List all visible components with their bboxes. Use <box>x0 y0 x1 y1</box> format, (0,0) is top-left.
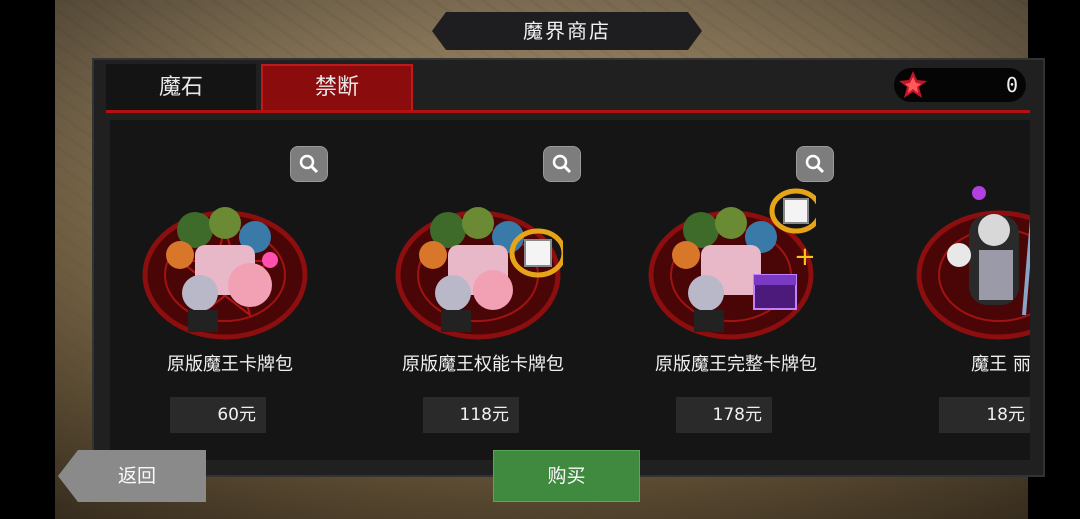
currency-display: 0 <box>894 68 1026 102</box>
product-card[interactable]: + 原版魔王完整卡牌包 178元 <box>616 120 856 460</box>
product-name: 原版魔王权能卡牌包 <box>402 354 564 375</box>
magnifier-icon <box>552 154 572 174</box>
svg-text:+: + <box>794 242 816 272</box>
card-pack-art <box>916 186 1030 340</box>
back-button[interactable]: 返回 <box>58 450 206 502</box>
product-card[interactable]: 魔王 丽贝卡 18元 <box>869 120 1030 460</box>
card-pack-art <box>142 207 308 340</box>
product-price: 178元 <box>676 397 772 433</box>
product-name: 原版魔王完整卡牌包 <box>655 354 817 375</box>
tab-forbidden[interactable]: 禁断 <box>261 64 413 112</box>
card-pack-art: + <box>648 188 816 340</box>
card-pack-art <box>395 207 563 340</box>
tab-underline <box>106 110 1030 113</box>
product-list[interactable]: 原版魔王卡牌包 60元 原版魔王权能卡牌包 118元 + 原版魔王完整卡牌包 1… <box>110 120 1030 460</box>
product-price: 60元 <box>170 397 266 433</box>
shop-title: 魔界商店 <box>432 12 702 50</box>
shop-panel: 魔石 禁断 0 原版魔王卡牌包 60元 原版魔王权能卡牌包 118元 + 原版魔… <box>92 58 1045 477</box>
buy-button[interactable]: 购买 <box>493 450 640 502</box>
left-letterbox <box>0 0 55 519</box>
product-name: 原版魔王卡牌包 <box>167 354 293 375</box>
magnifier-icon <box>805 154 825 174</box>
magnifier-icon <box>299 154 319 174</box>
product-price: 118元 <box>423 397 519 433</box>
red-gem-icon <box>899 71 927 98</box>
product-card[interactable]: 原版魔王卡牌包 60元 <box>110 120 350 460</box>
currency-value: 0 <box>1005 73 1018 97</box>
tab-magic-stone[interactable]: 魔石 <box>106 64 256 112</box>
product-card[interactable]: 原版魔王权能卡牌包 118元 <box>363 120 603 460</box>
product-price: 18元 <box>939 397 1030 433</box>
product-name: 魔王 丽贝卡 <box>971 354 1030 375</box>
